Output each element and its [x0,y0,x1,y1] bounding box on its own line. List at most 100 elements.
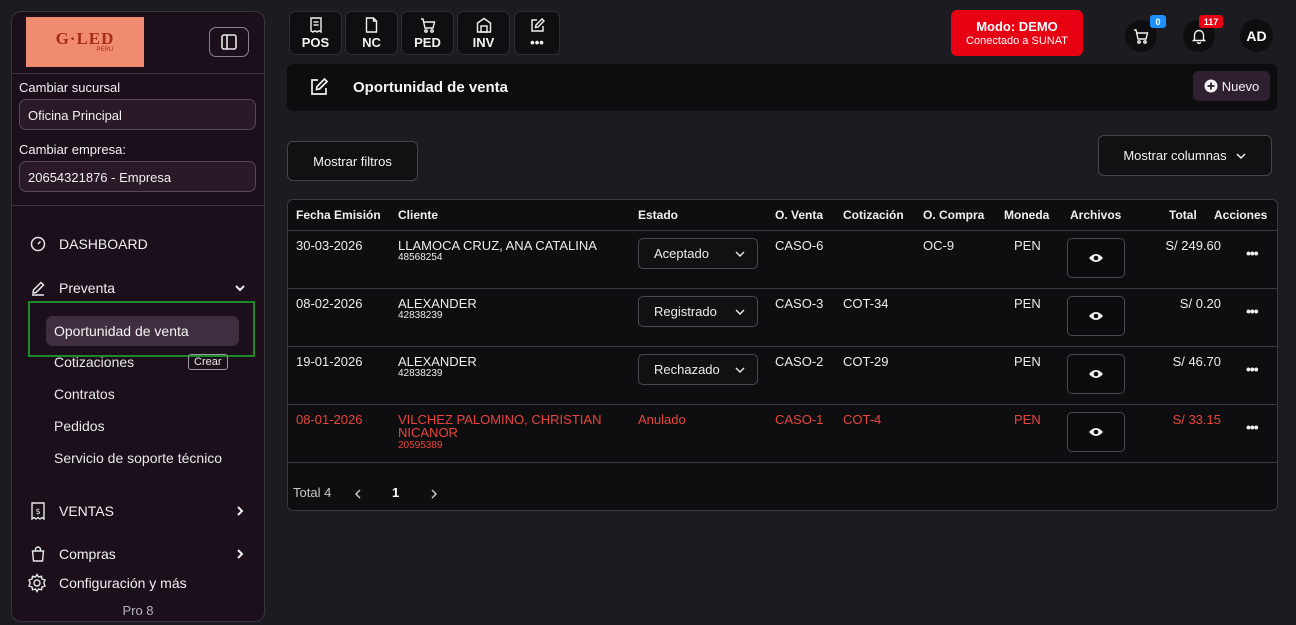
header-estado[interactable]: Estado [638,208,678,222]
more-actions-button[interactable]: ••• [514,11,560,55]
plan-label: Pro 8 [122,603,154,618]
demo-mode-badge[interactable]: Modo: DEMO Conectado a SUNAT [951,10,1083,56]
header-total[interactable]: Total [1169,208,1197,222]
ped-button[interactable]: PED [401,11,454,55]
gauge-icon [29,235,47,253]
view-files-button[interactable] [1067,238,1125,278]
plus-circle-icon [1204,79,1218,93]
sidebar-item-contratos[interactable]: Contratos [54,386,115,402]
nav-dashboard[interactable]: DASHBOARD [12,232,264,256]
sidebar-item-soporte-tecnico[interactable]: Servicio de soporte técnico [54,450,222,466]
cell-moneda: PEN [1014,296,1041,311]
warehouse-icon [476,17,491,33]
receipt-icon: $ [29,502,47,520]
eye-icon [1089,254,1103,262]
row-divider [288,404,1277,405]
row-actions-button[interactable]: ••• [1246,419,1259,435]
nav-compras-label: Compras [59,546,116,562]
cell-total: S/ 33.15 [1172,412,1221,427]
header-fecha[interactable]: Fecha Emisión [296,208,381,222]
eye-icon [1089,428,1103,436]
user-avatar[interactable]: AD [1240,19,1273,52]
sidebar-item-oportunidad-venta[interactable]: Oportunidad de venta [46,316,239,346]
receipt-icon [309,17,322,33]
view-files-button[interactable] [1067,354,1125,394]
nav-ventas[interactable]: $ VENTAS [12,499,264,523]
header-acciones: Acciones [1214,208,1268,222]
show-filters-button[interactable]: Mostrar filtros [287,141,418,181]
cell-cotizacion: COT-4 [843,412,882,427]
nav-configuracion-label: Configuración y más [59,575,187,591]
nav-configuracion[interactable]: Configuración y más [12,571,264,595]
pagination-next-button[interactable] [429,487,439,502]
cell-cliente: ALEXANDER [398,296,477,311]
cell-moneda: PEN [1014,238,1041,253]
more-actions-label: ••• [530,34,544,50]
sidebar-item-pedidos[interactable]: Pedidos [54,418,105,434]
crear-badge[interactable]: Crear [188,354,228,370]
company-select[interactable]: 20654321876 - Empresa [19,161,256,192]
row-actions-button[interactable]: ••• [1246,245,1259,261]
status-select[interactable]: Registrado [638,296,758,327]
nav-compras[interactable]: Compras [12,542,264,566]
cell-fecha: 08-01-2026 [296,412,363,427]
cell-documento: 48568254 [398,252,443,263]
page-title: Oportunidad de venta [353,79,509,96]
branch-label: Cambiar sucursal [19,80,121,95]
eye-icon [1089,312,1103,320]
eye-icon [1089,370,1103,378]
sidebar-item-cotizaciones[interactable]: Cotizaciones [54,354,134,370]
sidebar-divider [12,73,264,74]
logo-text: G·LED [55,29,115,48]
view-files-button[interactable] [1067,412,1125,452]
header-moneda[interactable]: Moneda [1004,208,1049,222]
cell-documento: 42838239 [398,368,443,379]
cell-fecha: 08-02-2026 [296,296,363,311]
row-divider [288,288,1277,289]
nav-preventa[interactable]: Preventa [12,276,264,300]
cart-count-badge: 0 [1150,15,1166,28]
inv-button[interactable]: INV [457,11,510,55]
header-oventa[interactable]: O. Venta [775,208,823,222]
status-value: Aceptado [654,246,709,261]
header-cliente[interactable]: Cliente [398,208,438,222]
row-divider [288,462,1277,463]
cell-ocompra: OC-9 [923,238,955,253]
opportunities-table: Fecha Emisión Cliente Estado O. Venta Co… [287,199,1278,511]
chevron-down-icon [1236,152,1246,159]
status-select[interactable]: Rechazado [638,354,758,385]
document-icon [365,17,378,33]
row-actions-button[interactable]: ••• [1246,303,1259,319]
nc-button[interactable]: NC [345,11,398,55]
cell-oventa: CASO-2 [775,354,824,369]
chevron-down-icon [234,282,246,294]
header-archivos[interactable]: Archivos [1070,208,1121,222]
logo-subtext: PERU [96,47,114,53]
inv-button-label: INV [472,35,495,50]
view-files-button[interactable] [1067,296,1125,336]
new-button[interactable]: Nuevo [1193,71,1270,101]
pagination-page-1[interactable]: 1 [392,485,399,500]
row-divider [288,230,1277,231]
show-columns-button[interactable]: Mostrar columnas [1098,135,1272,176]
edit-icon [29,279,47,297]
show-columns-label: Mostrar columnas [1123,148,1227,163]
status-value: Anulado [638,412,686,427]
cell-cotizacion: COT-29 [843,354,889,369]
status-select[interactable]: Aceptado [638,238,758,269]
cell-oventa: CASO-3 [775,296,824,311]
cell-cotizacion: COT-34 [843,296,889,311]
cell-cliente: ALEXANDER [398,354,477,369]
pos-button[interactable]: POS [289,11,342,55]
pagination-prev-button[interactable] [353,487,363,502]
header-cotizacion[interactable]: Cotización [843,208,904,222]
notifications-count-badge: 117 [1199,15,1223,28]
header-ocompra[interactable]: O. Compra [923,208,984,222]
chevron-right-icon [431,489,438,499]
branch-select[interactable]: Oficina Principal [19,99,256,130]
page-header: Oportunidad de venta Nuevo [287,64,1277,111]
row-actions-button[interactable]: ••• [1246,361,1259,377]
cell-total: S/ 249.60 [1165,238,1221,253]
company-logo[interactable]: G·LED PERU [26,17,144,67]
sidebar-toggle-button[interactable] [209,27,249,57]
